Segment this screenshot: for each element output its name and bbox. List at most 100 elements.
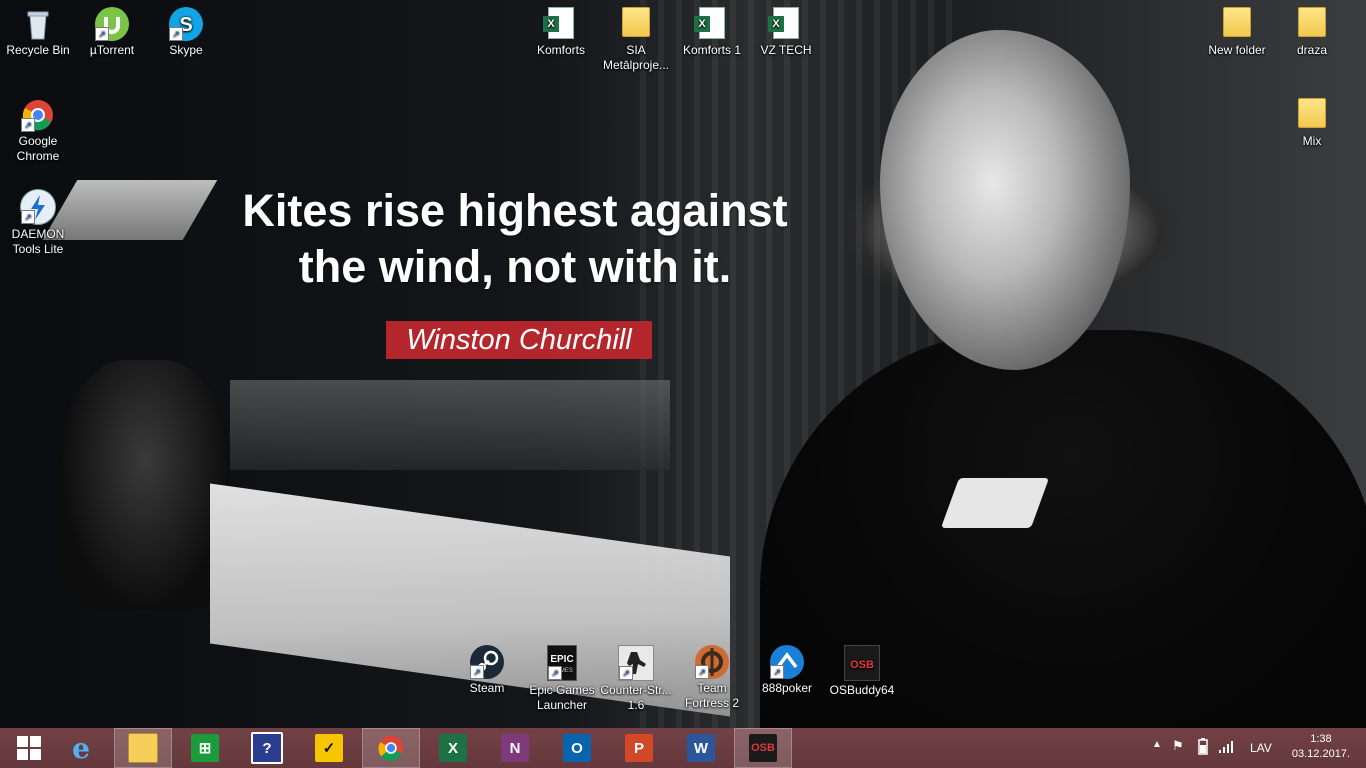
taskbar-powerpoint[interactable]: P: [610, 728, 668, 768]
norton-check-icon: ✓: [315, 734, 343, 762]
desktop-wallpaper: [0, 0, 1366, 728]
excel-file-icon: X: [543, 7, 574, 39]
desktop-icon-google-chrome[interactable]: ↗ Google Chrome: [0, 93, 76, 164]
desktop-icon-label: DAEMON Tools Lite: [11, 227, 65, 256]
desktop-icon-label: Team Fortress 2: [684, 681, 739, 710]
help-icon: ?: [251, 732, 283, 764]
desktop-icon-label: Recycle Bin: [6, 43, 70, 57]
excel-file-icon: X: [768, 7, 799, 39]
onenote-icon: N: [501, 734, 529, 762]
desktop-icon-komforts[interactable]: X Komforts: [523, 2, 599, 58]
outlook-icon: O: [563, 734, 591, 762]
taskbar-onenote[interactable]: N: [486, 728, 544, 768]
quote-line-1: Kites rise highest against: [242, 185, 788, 236]
windows-logo-icon: [17, 736, 41, 760]
shortcut-arrow-icon: ↗: [548, 666, 562, 680]
desktop-icon-888poker[interactable]: ↗ 888poker: [749, 640, 825, 696]
word-icon: W: [687, 734, 715, 762]
quote-author: Winston Churchill: [386, 321, 652, 359]
taskbar-help[interactable]: ?: [238, 728, 296, 768]
wallpaper-pocket-square: [940, 478, 1050, 528]
desktop-icon-label: New folder: [1208, 43, 1266, 57]
desktop-icon-label: 888poker: [761, 681, 813, 695]
taskbar-norton[interactable]: ✓: [300, 728, 358, 768]
desktop-icon-label: draza: [1296, 43, 1328, 57]
epic-games-icon: EPIC GAMES ↗: [547, 645, 577, 681]
svg-text:OSB: OSB: [850, 659, 874, 671]
osbuddy-icon: OSB: [844, 645, 880, 681]
desktop-icon-epic-games[interactable]: EPIC GAMES ↗ Epic Games Launcher: [524, 640, 600, 713]
desktop-icon-counter-strike[interactable]: ↗ Counter-Str... 1.6: [598, 640, 674, 713]
desktop-icon-utorrent[interactable]: ↗ µTorrent: [74, 2, 150, 58]
shortcut-arrow-icon: ↗: [770, 665, 784, 679]
desktop-icon-label: OSBuddy64: [829, 683, 895, 697]
skype-icon: S ↗: [169, 7, 203, 41]
desktop-icon-new-folder[interactable]: New folder: [1199, 2, 1275, 58]
folder-icon: [1298, 7, 1326, 37]
powerpoint-icon: P: [625, 734, 653, 762]
taskbar-windows-store[interactable]: ⊞: [176, 728, 234, 768]
desktop-icon-label: VZ TECH: [760, 43, 812, 57]
desktop-icon-skype[interactable]: S ↗ Skype: [148, 2, 224, 58]
desktop-icon-label: Komforts: [536, 43, 585, 57]
desktop-icon-label: Komforts 1: [682, 43, 742, 57]
shortcut-arrow-icon: ↗: [619, 666, 633, 680]
desktop-icon-label: Skype: [169, 43, 203, 57]
file-explorer-icon: [128, 733, 158, 763]
desktop-icon-komforts-1[interactable]: X Komforts 1: [674, 2, 750, 58]
desktop-icon-recycle-bin[interactable]: Recycle Bin: [0, 2, 76, 58]
shortcut-arrow-icon: ↗: [95, 27, 109, 41]
system-tray: ▲ ⚑: [1148, 728, 1248, 768]
input-language[interactable]: LAV: [1250, 728, 1280, 768]
wallpaper-desk: [230, 380, 670, 470]
clock-date: 03.12.2017.: [1291, 748, 1350, 760]
taskbar-google-chrome[interactable]: [362, 728, 420, 768]
network-signal-icon[interactable]: [1218, 738, 1234, 757]
quote-line-2: the wind, not with it.: [298, 241, 732, 292]
desktop-icon-steam[interactable]: ↗ Steam: [449, 640, 525, 696]
poker-icon: ↗: [770, 645, 804, 679]
osbuddy-icon: OSB: [749, 734, 777, 762]
wallpaper-telephone: [60, 360, 230, 610]
taskbar-excel[interactable]: X: [424, 728, 482, 768]
folder-icon: [1223, 7, 1251, 37]
desktop-icon-draza[interactable]: draza: [1274, 2, 1350, 58]
chrome-icon: ↗: [21, 98, 55, 132]
desktop-icon-osbuddy[interactable]: OSB OSBuddy64: [824, 640, 900, 698]
taskbar-osbuddy[interactable]: OSB: [734, 728, 792, 768]
clock-time: 1:38: [1310, 733, 1332, 745]
wallpaper-quote: Kites rise highest against the wind, not…: [200, 183, 830, 295]
taskbar-word[interactable]: W: [672, 728, 730, 768]
desktop-icon-daemon-tools[interactable]: ↗ DAEMON Tools Lite: [0, 184, 76, 257]
desktop-icon-vz-tech[interactable]: X VZ TECH: [748, 2, 824, 58]
shortcut-arrow-icon: ↗: [695, 665, 709, 679]
desktop-icon-sia-folder[interactable]: SIA Metālproje...: [598, 2, 674, 73]
daemon-tools-icon: ↗: [20, 189, 56, 225]
shortcut-arrow-icon: ↗: [470, 665, 484, 679]
action-center-flag-icon[interactable]: ⚑: [1172, 738, 1184, 754]
counter-strike-icon: ↗: [618, 645, 654, 681]
desktop-icon-team-fortress-2[interactable]: ↗ Team Fortress 2: [674, 640, 750, 711]
desktop-icon-label: µTorrent: [89, 43, 135, 57]
desktop-icon-mix[interactable]: Mix: [1274, 93, 1350, 149]
shortcut-arrow-icon: ↗: [169, 27, 183, 41]
chrome-icon: [378, 735, 404, 761]
desktop-icon-label: Counter-Str... 1.6: [600, 683, 672, 712]
taskbar-internet-explorer[interactable]: e: [52, 728, 110, 768]
battery-icon[interactable]: [1196, 737, 1210, 758]
store-icon: ⊞: [191, 734, 219, 762]
taskbar-outlook[interactable]: O: [548, 728, 606, 768]
desktop-icon-label: Epic Games Launcher: [529, 683, 595, 712]
show-hidden-icons-chevron-icon[interactable]: ▲: [1152, 739, 1162, 750]
shortcut-arrow-icon: ↗: [21, 210, 35, 224]
steam-icon: ↗: [470, 645, 504, 679]
taskbar-clock[interactable]: 1:38 03.12.2017.: [1292, 732, 1350, 762]
desktop-icon-label: Google Chrome: [16, 134, 60, 163]
desktop-icon-label: SIA Metālproje...: [602, 43, 670, 72]
start-button[interactable]: [0, 728, 58, 768]
taskbar-file-explorer[interactable]: [114, 728, 172, 768]
taskbar: e ⊞ ? ✓ X N O P W OSB ▲ ⚑ LAV 1:38 03.12…: [0, 728, 1366, 768]
desktop-icon-label: Steam: [469, 681, 505, 695]
utorrent-icon: ↗: [95, 7, 129, 41]
desktop-icon-label: Mix: [1302, 134, 1322, 148]
